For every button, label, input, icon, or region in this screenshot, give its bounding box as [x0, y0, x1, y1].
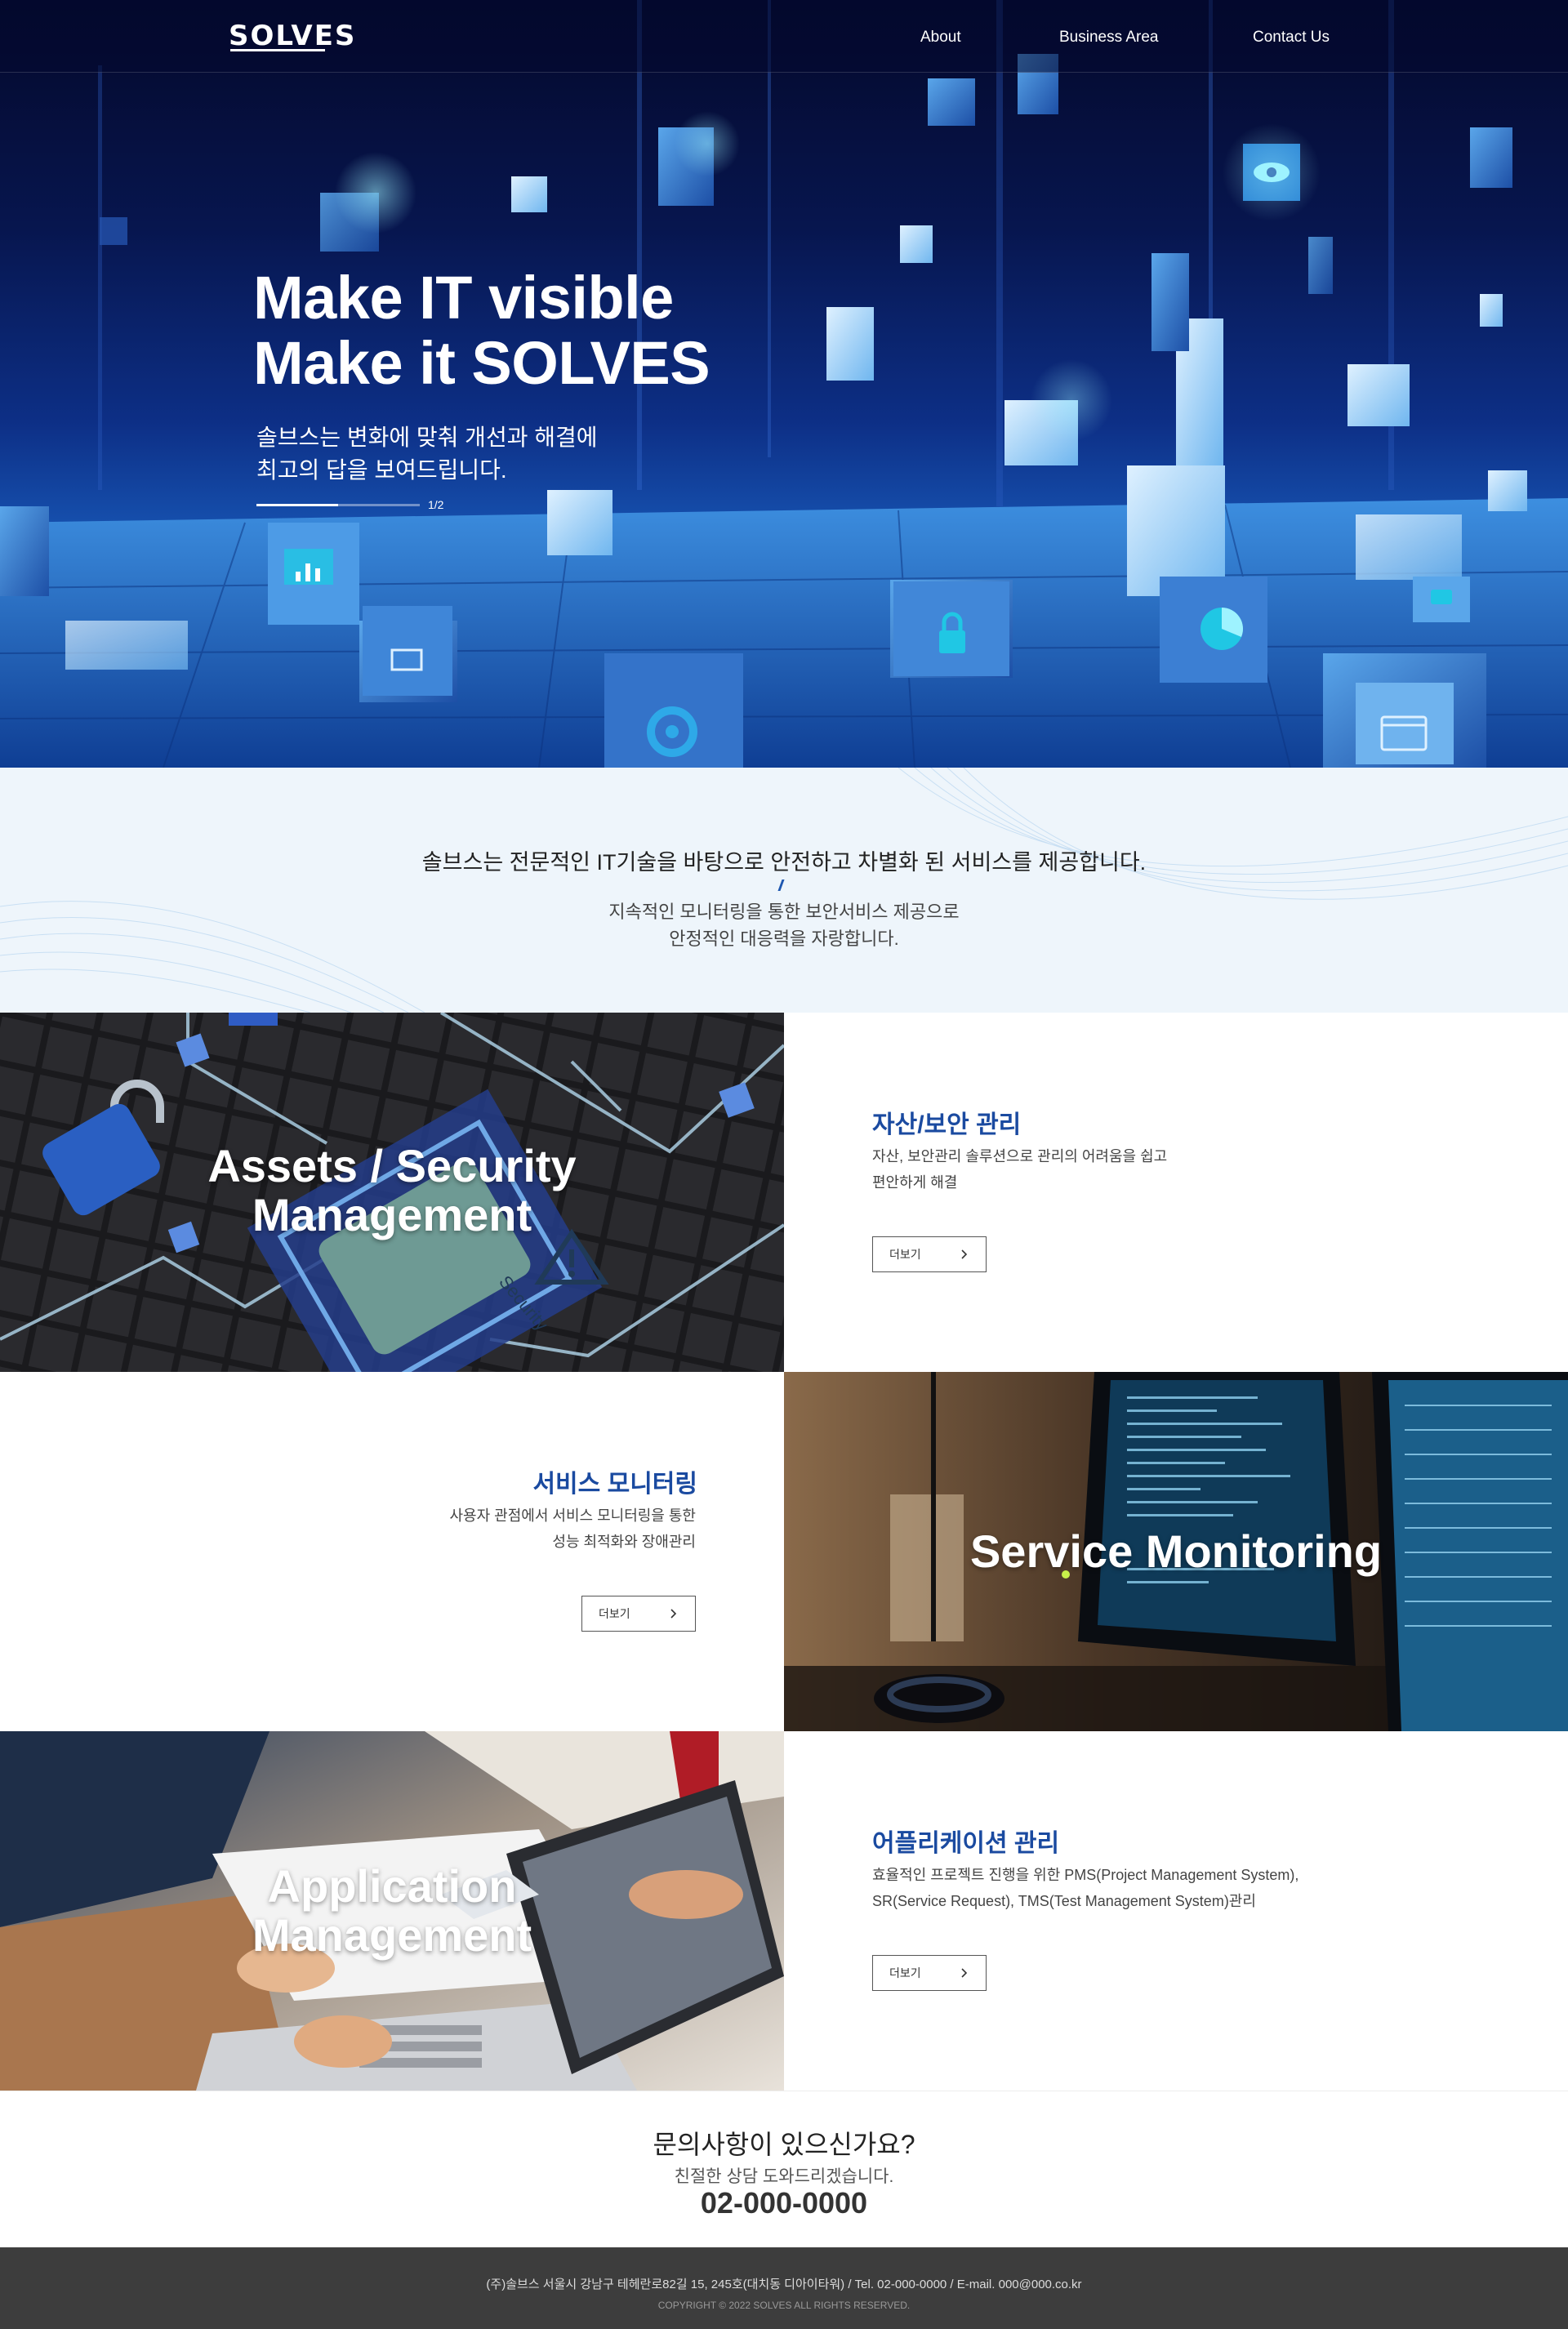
assets-more-button[interactable]: 더보기 [872, 1236, 987, 1272]
nav-about[interactable]: About [920, 29, 961, 47]
monitoring-heading: Service Monitoring [784, 1527, 1568, 1576]
hero-banner: Make IT visible Make it SOLVES 솔브스는 변화에 … [0, 0, 1568, 768]
slide-pager[interactable]: 1/2 [256, 498, 443, 511]
hero-title: Make IT visible Make it SOLVES [253, 265, 710, 396]
site-logo[interactable]: SOLVES [229, 20, 357, 52]
monitoring-heading-line1: Service Monitoring [969, 1525, 1383, 1577]
intro-sub-line2: 안정적인 대응력을 자랑합니다. [669, 928, 899, 949]
monitor-left [1078, 1372, 1356, 1666]
service-row-application: Application Management 어플리케이션 관리 효율적인 프로… [0, 1731, 1568, 2091]
nav-contact-us[interactable]: Contact Us [1253, 29, 1330, 47]
monitor-icon [363, 606, 452, 696]
intro-sub-line1: 지속적인 모니터링을 통한 보안서비스 제공으로 [608, 902, 960, 922]
chevron-right-icon [670, 1609, 677, 1619]
application-description: 효율적인 프로젝트 진행을 위한 PMS(Project Management … [872, 1862, 1298, 1914]
pie-icon [1160, 577, 1267, 683]
application-heading-line1: Application [267, 1860, 517, 1912]
monitoring-title: 서비스 모니터링 [532, 1471, 697, 1498]
site-header: SOLVES About Business Area Contact Us [0, 0, 1568, 73]
monitoring-more-label: 더보기 [599, 1607, 630, 1620]
application-image: Application Management [0, 1731, 784, 2091]
monitoring-desc-line2: 성능 최적화와 장애관리 [552, 1534, 696, 1550]
slide-progress-track [256, 503, 420, 506]
monitoring-info: 서비스 모니터링 사용자 관점에서 서비스 모니터링을 통한 성능 최적화와 장… [0, 1372, 784, 1731]
application-title: 어플리케이션 관리 [872, 1830, 1060, 1857]
eye-icon [1223, 123, 1321, 221]
footer-address: (주)솔브스 서울시 강남구 테헤란로82길 15, 245호(대치동 디아이타… [486, 2278, 1082, 2291]
nav-business-area[interactable]: Business Area [1059, 29, 1158, 47]
service-row-assets-security: Security Assets / Security Management 자산… [0, 1013, 1568, 1372]
contact-section: 문의사항이 있으신가요? 친절한 상담 도와드리겠습니다. 02-000-000… [0, 2091, 1568, 2247]
gear-icon [604, 653, 743, 768]
hero-background [0, 0, 1568, 768]
monitoring-description: 사용자 관점에서 서비스 모니터링을 통한 성능 최적화와 장애관리 [449, 1503, 696, 1555]
assets-desc-line2: 편안하게 해결 [872, 1174, 958, 1191]
service-row-monitoring: 서비스 모니터링 사용자 관점에서 서비스 모니터링을 통한 성능 최적화와 장… [0, 1372, 1568, 1731]
contact-subtext: 친절한 상담 도와드리겠습니다. [674, 2167, 894, 2186]
monitoring-image: Service Monitoring [784, 1372, 1568, 1731]
browser-icon [1356, 683, 1454, 764]
application-desc-line1: 효율적인 프로젝트 진행을 위한 PMS(Project Management … [872, 1867, 1299, 1883]
lock-icon [893, 581, 1009, 676]
intro-headline: 솔브스는 전문적인 IT기술을 바탕으로 안전하고 차별화 된 서비스를 제공합… [421, 850, 1147, 875]
assets-security-heading: Assets / Security Management [0, 1142, 784, 1240]
hero-subtitle: 솔브스는 변화에 맞춰 개선과 해결에 최고의 답을 보여드립니다. [256, 421, 598, 487]
logo-underline [230, 49, 325, 51]
chevron-right-icon [961, 1249, 968, 1259]
assets-heading-line2: Management [252, 1189, 532, 1240]
assets-heading-line1: Assets / Security [207, 1140, 577, 1191]
slide-counter: 1/2 [428, 498, 444, 511]
intro-wave-decoration [0, 768, 1568, 1013]
assets-security-description: 자산, 보안관리 솔루션으로 관리의 어려움을 쉽고 편안하게 해결 [872, 1143, 1167, 1196]
slide-progress-fill [256, 503, 338, 506]
footer-copyright: COPYRIGHT © 2022 SOLVES ALL RIGHTS RESER… [657, 2300, 911, 2311]
contact-phone[interactable]: 02-000-0000 [0, 2186, 1568, 2220]
assets-more-label: 더보기 [889, 1248, 921, 1261]
monitoring-desc-line1: 사용자 관점에서 서비스 모니터링을 통한 [449, 1507, 696, 1524]
monitoring-more-button[interactable]: 더보기 [581, 1596, 696, 1632]
assets-security-title: 자산/보안 관리 [872, 1111, 1022, 1138]
hero-subtitle-line1: 솔브스는 변화에 맞춰 개선과 해결에 [256, 425, 598, 450]
chevron-right-icon [961, 1968, 968, 1978]
intro-section: 솔브스는 전문적인 IT기술을 바탕으로 안전하고 차별화 된 서비스를 제공합… [0, 768, 1568, 1013]
assets-security-image: Security Assets / Security Management [0, 1013, 784, 1372]
assets-desc-line1: 자산, 보안관리 솔루션으로 관리의 어려움을 쉽고 [872, 1148, 1168, 1164]
logo-text: SOLVES [229, 20, 357, 52]
hero-subtitle-line2: 최고의 답을 보여드립니다. [256, 457, 507, 483]
intro-description: 지속적인 모니터링을 통한 보안서비스 제공으로 안정적인 대응력을 자랑합니다… [0, 898, 1568, 952]
chart-icon [268, 523, 359, 625]
chat-icon [1413, 577, 1470, 622]
site-footer: (주)솔브스 서울시 강남구 테헤란로82길 15, 245호(대치동 디아이타… [0, 2247, 1568, 2329]
application-more-button[interactable]: 더보기 [872, 1955, 987, 1991]
hero-title-line1: Make IT visible [253, 264, 674, 332]
assets-security-info: 자산/보안 관리 자산, 보안관리 솔루션으로 관리의 어려움을 쉽고 편안하게… [784, 1013, 1568, 1372]
application-heading: Application Management [0, 1862, 784, 1960]
application-heading-line2: Management [252, 1909, 532, 1961]
application-desc-line2: SR(Service Request), TMS(Test Management… [872, 1893, 1256, 1909]
application-info: 어플리케이션 관리 효율적인 프로젝트 진행을 위한 PMS(Project M… [784, 1731, 1568, 2091]
application-more-label: 더보기 [889, 1966, 921, 1979]
contact-question: 문의사항이 있으신가요? [653, 2130, 915, 2159]
hero-title-line2: Make it SOLVES [253, 329, 710, 397]
